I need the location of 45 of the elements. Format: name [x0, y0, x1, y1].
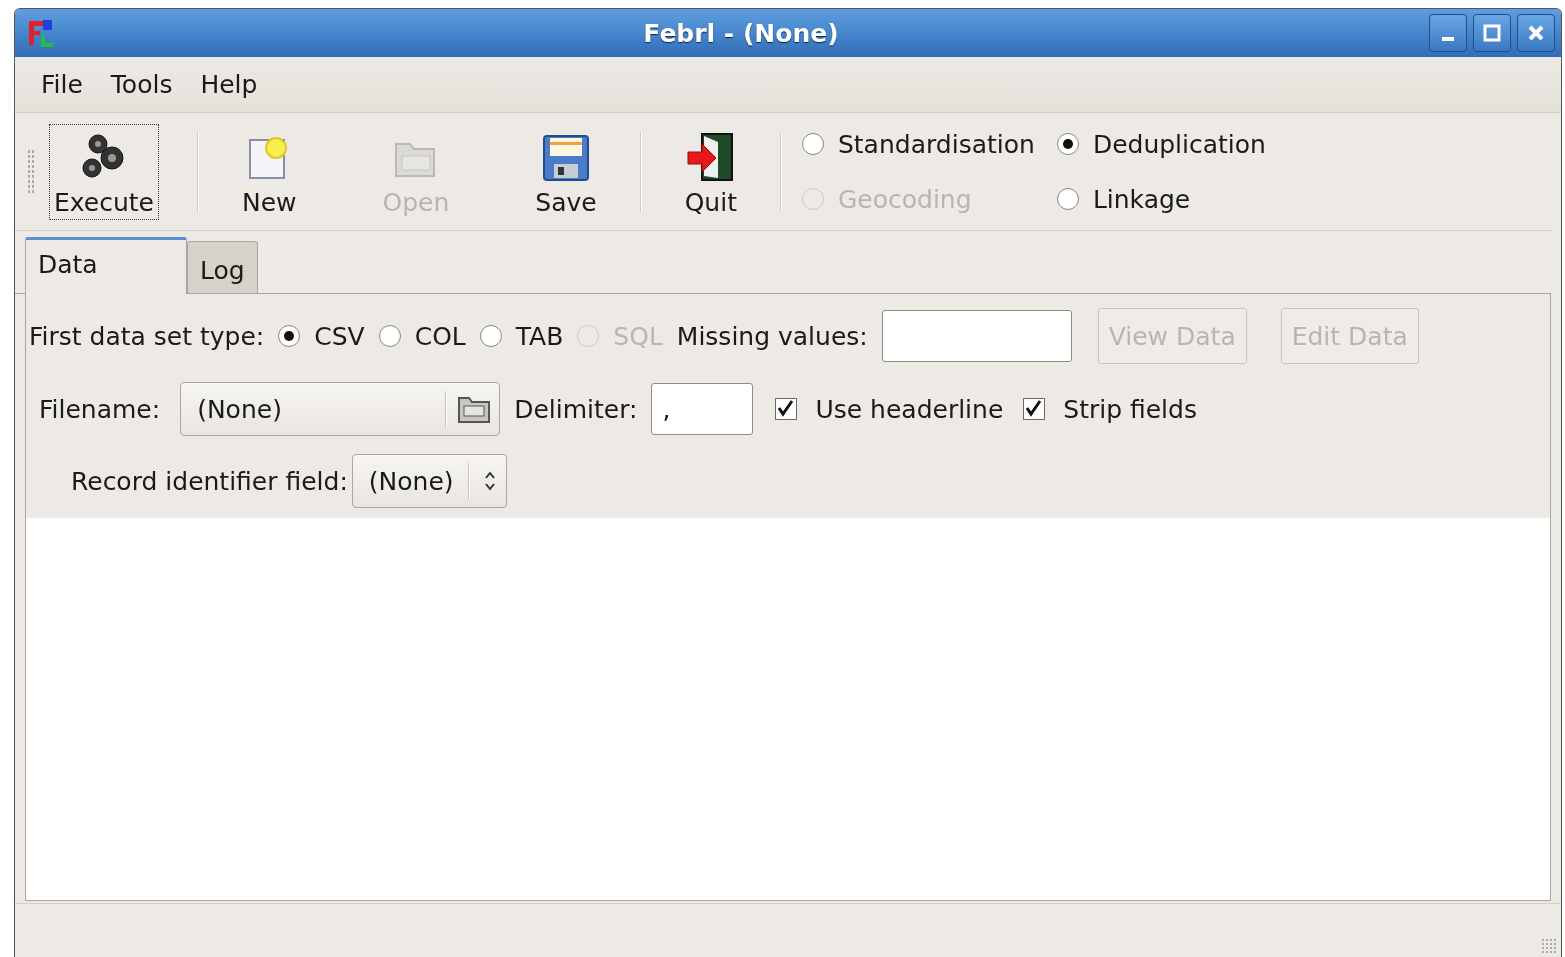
- radio-label: COL: [414, 321, 466, 351]
- menu-item[interactable]: Help: [188, 66, 270, 103]
- field-label: Delimiter:: [514, 394, 638, 424]
- checkbox[interactable]: [775, 398, 798, 420]
- radio-label: Linkage: [1092, 184, 1191, 214]
- field-label: Missing values:: [676, 321, 868, 351]
- up-down-arrows-icon: [483, 469, 496, 493]
- field-label: Filename:: [39, 394, 161, 424]
- toolbar-button[interactable]: New: [237, 123, 302, 220]
- folder-icon: [457, 394, 492, 424]
- missing-values-field[interactable]: [881, 310, 1072, 362]
- radio-label: TAB: [515, 321, 564, 351]
- radio-button[interactable]: [278, 325, 301, 347]
- close-icon: [1527, 24, 1545, 42]
- toolbar-button[interactable]: Save: [530, 123, 602, 220]
- radio-button[interactable]: [1056, 133, 1079, 155]
- field-label: First data set type:: [29, 321, 265, 351]
- radio-button[interactable]: [1056, 188, 1079, 210]
- maximize-button[interactable]: [1473, 14, 1511, 52]
- maximize-icon: [1483, 24, 1501, 42]
- radio-button[interactable]: [479, 325, 502, 347]
- field-label: Record identifier field:: [71, 466, 348, 496]
- radio-button[interactable]: [378, 325, 401, 347]
- checkbox-label: Strip fields: [1063, 394, 1197, 424]
- record-identifier-dropdown[interactable]: (None): [351, 454, 507, 508]
- toolbar-button[interactable]: Execute: [49, 123, 159, 220]
- close-button[interactable]: [1517, 14, 1555, 52]
- checkbox[interactable]: [1023, 398, 1046, 420]
- tab[interactable]: Log: [187, 241, 258, 293]
- checkbox-label: Use headerline: [815, 394, 1004, 424]
- toolbar-button[interactable]: Quit: [679, 123, 742, 220]
- window-title: Febrl - (None): [642, 18, 840, 48]
- minimize-icon: [1442, 37, 1454, 41]
- tab[interactable]: Data: [25, 237, 187, 294]
- menu-item[interactable]: File: [29, 66, 95, 103]
- resize-grip[interactable]: [1541, 938, 1557, 954]
- exit-door-icon: [685, 131, 736, 182]
- minimize-button[interactable]: [1429, 14, 1467, 52]
- radio-label: CSV: [314, 321, 365, 351]
- radio-label: Deduplication: [1092, 129, 1266, 159]
- radio-button[interactable]: [801, 133, 824, 155]
- filename-chooser[interactable]: (None): [180, 382, 501, 436]
- menu-item[interactable]: Tools: [98, 66, 185, 103]
- radio-label: Standardisation: [837, 129, 1035, 159]
- delimiter-field[interactable]: ,: [651, 383, 754, 435]
